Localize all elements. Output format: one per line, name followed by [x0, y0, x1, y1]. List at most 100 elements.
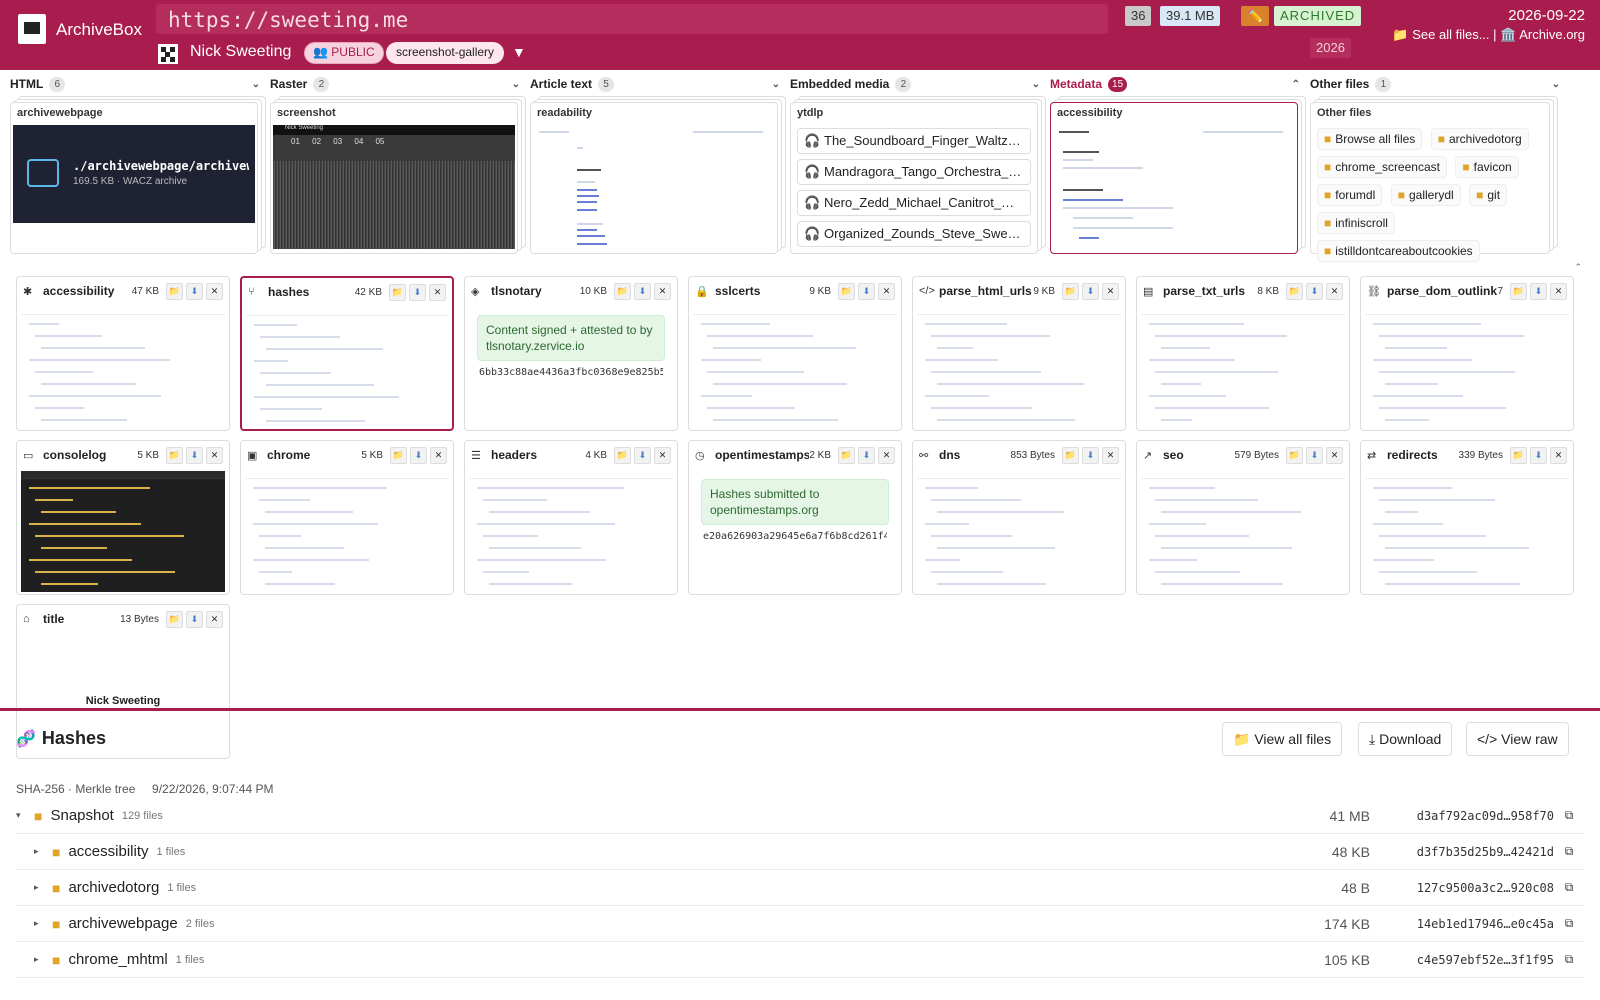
copy-icon[interactable]: ⧉ [1554, 880, 1584, 895]
result-card-accessibility[interactable]: ✱ accessibility 47 KB 📁 ⬇ ✕ [16, 276, 230, 431]
card-close-button[interactable]: ✕ [429, 283, 446, 301]
card-download-button[interactable]: ⬇ [634, 446, 651, 464]
result-card-seo[interactable]: ↗ seo 579 Bytes 📁 ⬇ ✕ [1136, 440, 1350, 595]
card-close-button[interactable]: ✕ [654, 282, 671, 300]
open-folder-button[interactable]: 📁 [614, 446, 631, 464]
result-card-consolelog[interactable]: ▭ consolelog 5 KB 📁 ⬇ ✕ [16, 440, 230, 595]
media-item[interactable]: 🎧 Nero_Zedd_Michael_Canitrot_… [797, 190, 1031, 216]
result-card-parse-txt-urls[interactable]: ▤ parse_txt_urls 8 KB 📁 ⬇ ✕ [1136, 276, 1350, 431]
category-html[interactable]: HTML 6 ⌄ archivewebpage ./archivewebpage/a… [10, 76, 266, 262]
result-card-chrome[interactable]: ▣ chrome 5 KB 📁 ⬇ ✕ [240, 440, 454, 595]
card-title[interactable]: accessibility [43, 284, 132, 298]
copy-icon[interactable]: ⧉ [1554, 808, 1584, 823]
category-preview-card[interactable]: ytdlp 🎧 The_Soundboard_Finger_Waltz… 🎧 Man… [790, 102, 1038, 254]
category-preview-card[interactable]: accessibility [1050, 102, 1298, 254]
card-title[interactable]: chrome [267, 448, 361, 462]
result-card-opentimestamps[interactable]: ◷ opentimestamps 2 KB 📁 ⬇ ✕ Hashes submitted t… [688, 440, 902, 595]
category-preview-card[interactable]: Other files ■ Browse all files ■ archivedo… [1310, 102, 1550, 262]
archivebox-logo-icon[interactable] [18, 14, 46, 44]
card-title[interactable]: sslcerts [715, 284, 809, 298]
card-download-button[interactable]: ⬇ [410, 446, 427, 464]
open-folder-button[interactable]: 📁 [1286, 282, 1303, 300]
card-download-button[interactable]: ⬇ [1306, 446, 1323, 464]
view-raw-button[interactable]: </> View raw [1466, 722, 1569, 756]
card-close-button[interactable]: ✕ [1550, 282, 1567, 300]
tree-item-name[interactable]: accessibility [68, 843, 148, 860]
expand-toggle-icon[interactable]: ▸ [34, 918, 52, 929]
card-download-button[interactable]: ⬇ [409, 283, 426, 301]
expand-toggle-icon[interactable]: ▸ [34, 846, 52, 857]
open-folder-button[interactable]: 📁 [166, 610, 183, 628]
open-folder-button[interactable]: 📁 [1510, 446, 1527, 464]
category-raster[interactable]: Raster 2 ⌄ screenshot Nick Sweeting 01 02 … [270, 76, 526, 262]
result-card-sslcerts[interactable]: 🔒 sslcerts 9 KB 📁 ⬇ ✕ [688, 276, 902, 431]
card-title[interactable]: consolelog [43, 448, 137, 462]
expand-toggle-icon[interactable]: ▾ [16, 810, 34, 821]
card-close-button[interactable]: ✕ [1326, 446, 1343, 464]
card-download-button[interactable]: ⬇ [1082, 446, 1099, 464]
other-file-chip[interactable]: ■ favicon [1455, 156, 1519, 178]
chevron-down-icon[interactable]: ⌄ [512, 79, 520, 90]
card-close-button[interactable]: ✕ [430, 446, 447, 464]
open-folder-button[interactable]: 📁 [1510, 282, 1527, 300]
card-close-button[interactable]: ✕ [206, 282, 223, 300]
card-download-button[interactable]: ⬇ [186, 282, 203, 300]
archive-org-link[interactable]: 🏛️ Archive.org [1500, 27, 1585, 42]
open-folder-button[interactable]: 📁 [614, 282, 631, 300]
tag-dropdown-icon[interactable]: ▼ [512, 44, 526, 60]
card-download-button[interactable]: ⬇ [186, 446, 203, 464]
card-close-button[interactable]: ✕ [878, 446, 895, 464]
other-file-chip[interactable]: ■ forumdl [1317, 184, 1383, 206]
copy-icon[interactable]: ⧉ [1554, 844, 1584, 859]
visibility-badge[interactable]: 👥 PUBLIC [304, 42, 384, 64]
card-download-button[interactable]: ⬇ [634, 282, 651, 300]
category-metadata[interactable]: Metadata 15 ⌃ accessibility [1050, 76, 1306, 262]
category-preview-card[interactable]: screenshot Nick Sweeting 01 02 03 04 05 [270, 102, 518, 254]
card-download-button[interactable]: ⬇ [1530, 446, 1547, 464]
card-download-button[interactable]: ⬇ [858, 446, 875, 464]
view-all-files-button[interactable]: 📁 View all files [1222, 722, 1343, 756]
tree-item-name[interactable]: Snapshot [50, 807, 113, 824]
card-close-button[interactable]: ✕ [654, 446, 671, 464]
card-download-button[interactable]: ⬇ [858, 282, 875, 300]
open-folder-button[interactable]: 📁 [838, 446, 855, 464]
card-title[interactable]: parse_dom_outlinks [1387, 284, 1497, 298]
category-article-text[interactable]: Article text 5 ⌄ readability [530, 76, 786, 262]
open-folder-button[interactable]: 📁 [1062, 446, 1079, 464]
card-title[interactable]: title [43, 612, 120, 626]
chevron-down-icon[interactable]: ⌄ [1032, 79, 1040, 90]
card-title[interactable]: seo [1163, 448, 1235, 462]
result-card-redirects[interactable]: ⇄ redirects 339 Bytes 📁 ⬇ ✕ [1360, 440, 1574, 595]
card-download-button[interactable]: ⬇ [186, 610, 203, 628]
card-close-button[interactable]: ✕ [1102, 282, 1119, 300]
other-file-chip[interactable]: ■ archivedotorg [1430, 128, 1529, 150]
expand-toggle-icon[interactable]: ▸ [34, 882, 52, 893]
chevron-down-icon[interactable]: ⌄ [252, 79, 260, 90]
card-close-button[interactable]: ✕ [206, 610, 223, 628]
result-card-parse-dom-outlinks[interactable]: ⛓ parse_dom_outlinks 7 📁 ⬇ ✕ [1360, 276, 1574, 431]
chevron-down-icon[interactable]: ⌄ [1552, 79, 1560, 90]
other-file-chip[interactable]: ■ chrome_screencast [1317, 156, 1447, 178]
card-download-button[interactable]: ⬇ [1306, 282, 1323, 300]
result-card-tlsnotary[interactable]: ◈ tlsnotary 10 KB 📁 ⬇ ✕ Content signed + attes… [464, 276, 678, 431]
other-file-chip[interactable]: ■ gallerydl [1390, 184, 1461, 206]
open-folder-button[interactable]: 📁 [1286, 446, 1303, 464]
copy-icon[interactable]: ⧉ [1554, 916, 1584, 931]
download-button[interactable]: ⤓ Download [1358, 722, 1453, 756]
card-title[interactable]: dns [939, 448, 1011, 462]
open-folder-button[interactable]: 📁 [389, 283, 406, 301]
tree-item-name[interactable]: archivewebpage [68, 915, 177, 932]
chevron-down-icon[interactable]: ⌄ [772, 79, 780, 90]
expand-toggle-icon[interactable]: ▸ [34, 954, 52, 965]
card-close-button[interactable]: ✕ [878, 282, 895, 300]
category-other-files[interactable]: Other files 1 ⌄ Other files ■ Browse all fi… [1310, 76, 1566, 262]
other-file-chip[interactable]: ■ Browse all files [1317, 128, 1423, 150]
other-file-chip[interactable]: ■ infiniscroll [1317, 212, 1395, 234]
other-file-chip[interactable]: ■ git [1469, 184, 1508, 206]
open-folder-button[interactable]: 📁 [390, 446, 407, 464]
open-folder-button[interactable]: 📁 [838, 282, 855, 300]
card-close-button[interactable]: ✕ [206, 446, 223, 464]
see-all-files-link[interactable]: 📁 See all files... [1392, 27, 1489, 42]
open-folder-button[interactable]: 📁 [166, 446, 183, 464]
result-card-headers[interactable]: ☰ headers 4 KB 📁 ⬇ ✕ [464, 440, 678, 595]
